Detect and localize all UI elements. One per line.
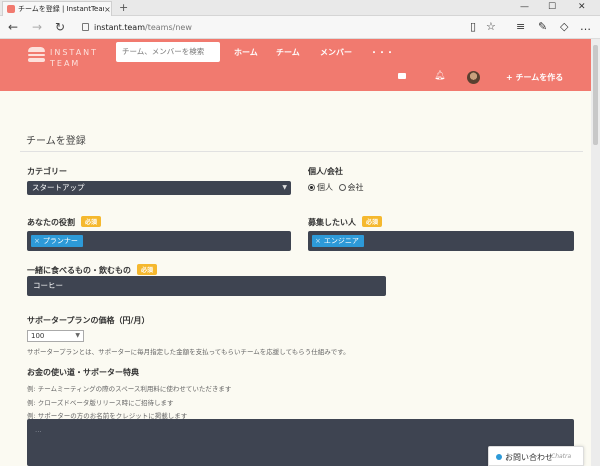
food-label: 一緒に食べるもの・飲むもの 必須 xyxy=(27,264,158,276)
usage-label: お金の使い道・サポーター特典 xyxy=(27,368,139,377)
wanted-tag-input[interactable]: × エンジニア xyxy=(308,231,574,251)
required-badge: 必須 xyxy=(362,216,383,227)
chevron-down-icon: ▼ xyxy=(75,332,80,339)
tab-close-icon[interactable]: × xyxy=(104,5,111,14)
nav-members[interactable]: メンバー xyxy=(320,47,352,58)
note-icon[interactable]: ✎ xyxy=(538,20,547,33)
create-team-button[interactable]: + チームを作る xyxy=(506,72,563,83)
tag-engineer[interactable]: × エンジニア xyxy=(312,235,364,247)
hub-icon[interactable]: ≡ xyxy=(516,20,525,33)
plan-label: サポータープランの価格（円/月） xyxy=(27,316,150,325)
tag-label: プランナー xyxy=(42,237,78,245)
favicon-icon xyxy=(7,5,15,13)
wanted-label-text: 募集したい人 xyxy=(308,218,356,227)
radio-individual[interactable] xyxy=(308,184,315,191)
contact-chat-widget[interactable]: お問い合わせ Chatra xyxy=(488,446,584,466)
role-tag-input[interactable]: × プランナー xyxy=(27,231,291,251)
address-bar[interactable]: instant.team/teams/new xyxy=(82,20,462,35)
usage-placeholder: ... xyxy=(35,426,42,434)
forward-icon[interactable]: → xyxy=(32,20,42,34)
chat-status-icon xyxy=(496,454,502,460)
required-badge: 必須 xyxy=(81,216,102,227)
entity-radio-group: 個人 会社 xyxy=(308,182,364,193)
entity-label: 個人/会社 xyxy=(308,167,343,176)
bell-icon[interactable]: 🔔︎ xyxy=(434,71,445,81)
new-tab-button[interactable]: + xyxy=(119,1,128,15)
nav-more[interactable]: ・・・ xyxy=(370,47,394,58)
logo-text-line1: INSTANT xyxy=(50,48,99,57)
plan-price-value: 100 xyxy=(31,332,45,340)
plan-note: サポータープランとは、サポーターに毎月指定した金額を支払ってもらいチームを応援し… xyxy=(27,348,350,356)
tab-title: チームを登録 | InstantTean xyxy=(18,5,104,13)
tag-remove-icon[interactable]: × xyxy=(315,237,321,245)
app-navbar: INSTANT TEAM ホーム チーム メンバー ・・・ 🔔︎ + チームを作… xyxy=(0,39,591,91)
required-badge: 必須 xyxy=(137,264,158,275)
usage-example-1: 例: チームミーティングの際のスペース利用料に使わせていただきます xyxy=(27,385,232,393)
food-input[interactable]: コーヒー xyxy=(27,276,386,296)
nav-home[interactable]: ホーム xyxy=(234,47,258,58)
chevron-down-icon: ▼ xyxy=(282,184,287,191)
radio-company[interactable] xyxy=(338,184,346,191)
scrollbar-thumb[interactable] xyxy=(593,45,598,145)
logo-text-line2: TEAM xyxy=(50,59,81,68)
close-window-button[interactable]: ✕ xyxy=(578,2,586,12)
browser-tab-bar: チームを登録 | InstantTean × + — ☐ ✕ xyxy=(0,0,600,16)
radio-company-label: 会社 xyxy=(347,183,364,192)
food-label-text: 一緒に食べるもの・飲むもの xyxy=(27,266,131,275)
url-path: /teams/new xyxy=(145,23,192,32)
tag-remove-icon[interactable]: × xyxy=(34,237,40,245)
url-host: instant.team xyxy=(94,23,146,32)
search-input[interactable] xyxy=(116,42,220,62)
burger-logo-icon xyxy=(28,47,45,63)
back-icon[interactable]: ← xyxy=(8,20,18,34)
mail-icon[interactable] xyxy=(398,73,406,79)
tag-planner[interactable]: × プランナー xyxy=(31,235,83,247)
minimize-button[interactable]: — xyxy=(520,2,529,12)
page-title: チームを登録 xyxy=(26,136,86,147)
refresh-icon[interactable]: ↻ xyxy=(55,20,65,34)
plan-price-select[interactable]: 100 ▼ xyxy=(27,330,84,342)
radio-individual-label: 個人 xyxy=(317,183,333,192)
chat-label: お問い合わせ xyxy=(505,453,553,462)
more-icon[interactable]: … xyxy=(580,20,591,33)
role-label: あなたの役割 必須 xyxy=(27,216,102,228)
favorite-star-icon[interactable]: ☆ xyxy=(486,20,496,33)
category-select[interactable]: スタートアップ ▼ xyxy=(27,181,291,195)
wanted-label: 募集したい人 必須 xyxy=(308,216,383,228)
reading-view-icon[interactable]: ▯ xyxy=(470,20,476,33)
usage-example-2: 例: クローズドベータ版リリース時にご招待します xyxy=(27,399,174,407)
browser-tab[interactable]: チームを登録 | InstantTean × xyxy=(2,1,112,16)
category-value: スタートアップ xyxy=(32,183,85,192)
lock-icon xyxy=(82,23,89,31)
maximize-button[interactable]: ☐ xyxy=(548,2,556,12)
divider xyxy=(20,151,583,152)
role-label-text: あなたの役割 xyxy=(27,218,75,227)
category-label: カテゴリー xyxy=(27,167,67,176)
address-bar-row: ← → ↻ instant.team/teams/new ▯ ☆ ≡ ✎ ◇ … xyxy=(0,16,600,39)
share-icon[interactable]: ◇ xyxy=(560,20,568,33)
nav-team[interactable]: チーム xyxy=(276,47,300,58)
chat-brand: Chatra xyxy=(551,453,572,460)
tag-label: エンジニア xyxy=(323,237,359,245)
avatar[interactable] xyxy=(467,71,480,84)
